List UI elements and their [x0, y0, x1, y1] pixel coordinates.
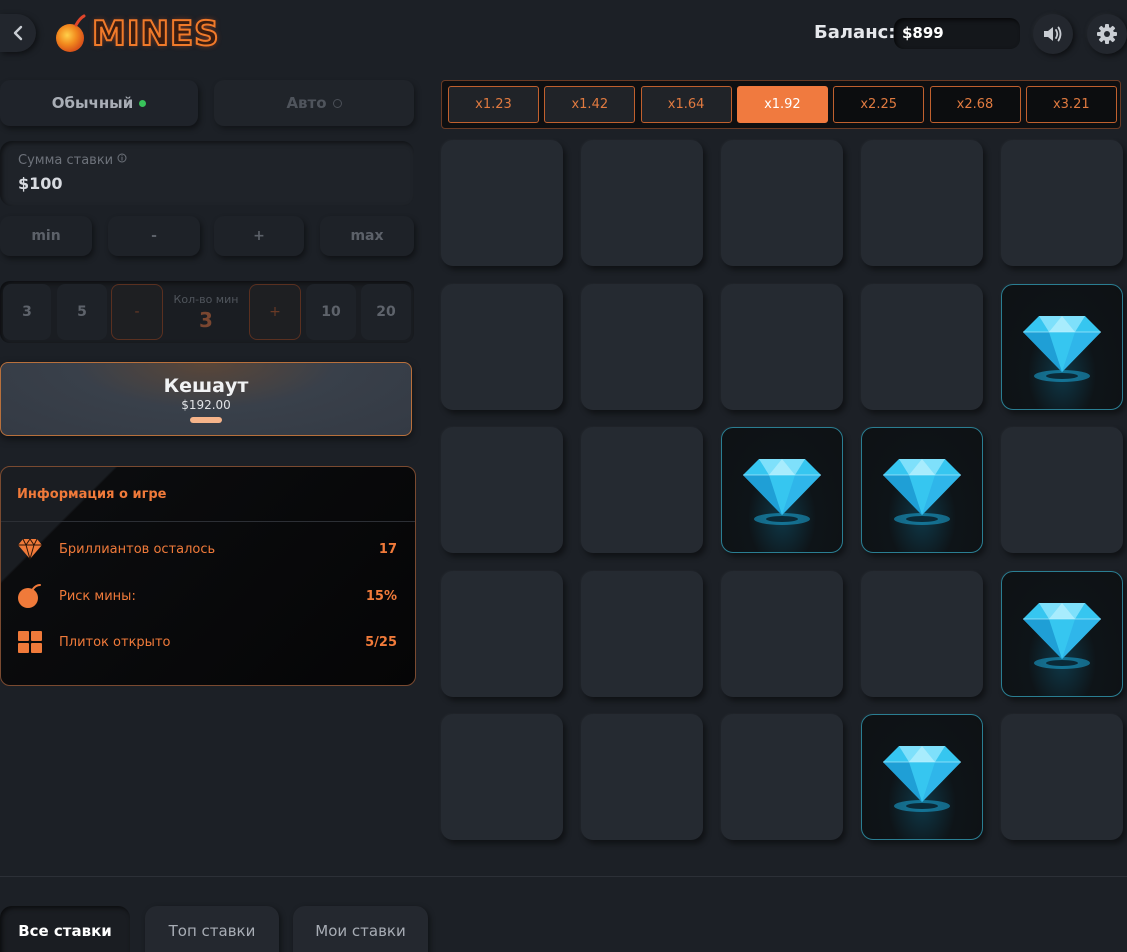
tile-diamond	[861, 714, 983, 840]
multiplier-chip: x3.21	[1025, 86, 1117, 123]
tile-closed[interactable]	[721, 714, 843, 840]
tile-closed[interactable]	[721, 570, 843, 697]
diamond-icon	[1023, 602, 1101, 669]
multiplier-bar: x1.23 x1.42 x1.64 x1.92 x2.25 x2.68 x3.21	[441, 80, 1121, 129]
mines-option-20[interactable]: 20	[361, 284, 411, 340]
tile-closed[interactable]	[861, 283, 983, 410]
cashout-button[interactable]: Кешаут $192.00	[0, 362, 412, 436]
bet-amount-field[interactable]: Сумма ставки $100	[0, 141, 414, 206]
diamond-icon	[1023, 315, 1101, 382]
info-value: 5/25	[365, 634, 397, 650]
diamond-icon	[18, 538, 42, 560]
tile-diamond	[1001, 570, 1123, 697]
diamond-icon	[883, 746, 961, 812]
multiplier-chip: x1.42	[544, 86, 636, 123]
tab-all-bets[interactable]: Все ставки	[0, 906, 130, 952]
tile-closed[interactable]	[581, 427, 703, 553]
bet-min-button[interactable]: min	[0, 216, 92, 256]
cashout-amount: $192.00	[181, 398, 231, 412]
tile-closed[interactable]	[441, 427, 563, 553]
tile-closed[interactable]	[1001, 427, 1123, 553]
gear-icon	[1097, 24, 1117, 44]
info-row-tiles: Плиток открыто 5/25	[17, 629, 397, 655]
mines-option-3[interactable]: 3	[3, 284, 51, 340]
settings-button[interactable]	[1087, 14, 1127, 54]
active-dot-icon	[139, 99, 147, 107]
multiplier-chip: x1.23	[448, 86, 539, 123]
info-label: Плиток открыто	[59, 634, 171, 650]
tile-closed[interactable]	[581, 570, 703, 697]
info-row-diamonds: Бриллиантов осталось 17	[17, 536, 397, 562]
tile-closed[interactable]	[441, 283, 563, 410]
tile-closed[interactable]	[581, 140, 703, 266]
mines-count: Кол-во мин 3	[164, 284, 248, 340]
tile-closed[interactable]	[1001, 140, 1123, 266]
diamond-icon	[743, 459, 821, 525]
bet-amount-value: $100	[18, 174, 63, 193]
logo-text: MINES	[91, 13, 220, 55]
tab-my-bets[interactable]: Мои ставки	[293, 906, 428, 952]
tab-auto[interactable]: Авто	[214, 80, 414, 126]
divider	[0, 876, 1127, 877]
tile-closed[interactable]	[721, 140, 843, 266]
diamond-icon	[883, 459, 961, 525]
cashout-indicator	[190, 417, 222, 423]
game-info-card: Информация о игре Бриллиантов осталось 1…	[0, 466, 416, 686]
bet-max-button[interactable]: max	[320, 216, 414, 256]
tile-closed[interactable]	[441, 714, 563, 840]
multiplier-chip: x1.64	[640, 86, 732, 123]
tile-diamond	[721, 427, 843, 553]
balance-label: Баланс:	[814, 22, 896, 43]
game-info-title: Информация о игре	[17, 487, 167, 502]
bomb-icon	[18, 584, 41, 608]
mines-count-value: 3	[199, 307, 213, 332]
info-value: 15%	[365, 588, 397, 604]
bet-decrease-button[interactable]: -	[108, 216, 200, 256]
tab-manual[interactable]: Обычный	[0, 80, 198, 126]
mines-decrease-button[interactable]: -	[111, 284, 163, 340]
tile-diamond	[861, 427, 983, 553]
info-value: 17	[378, 541, 397, 557]
bet-increase-button[interactable]: +	[214, 216, 304, 256]
bet-amount-label: Сумма ставки	[18, 153, 396, 168]
mines-option-5[interactable]: 5	[57, 284, 107, 340]
multiplier-chip: x2.68	[929, 86, 1021, 123]
cashout-title: Кешаут	[163, 375, 249, 397]
back-button[interactable]	[0, 14, 36, 52]
tile-closed[interactable]	[441, 570, 563, 697]
tile-closed[interactable]	[721, 283, 843, 410]
tab-manual-label: Обычный	[51, 94, 134, 112]
tile-closed[interactable]	[1001, 714, 1123, 840]
tile-closed[interactable]	[581, 714, 703, 840]
balance-value: $899	[894, 18, 1020, 49]
mines-option-10[interactable]: 10	[306, 284, 356, 340]
divider	[1, 521, 415, 522]
inactive-dot-icon	[332, 98, 342, 108]
multiplier-chip: x1.92	[736, 86, 828, 123]
tile-closed[interactable]	[861, 570, 983, 697]
speaker-icon	[1044, 26, 1062, 42]
tile-closed[interactable]	[581, 283, 703, 410]
mines-selector: 3 5 - Кол-во мин 3 + 10 20	[0, 281, 414, 343]
tab-top-bets[interactable]: Топ ставки	[145, 906, 279, 952]
mines-increase-button[interactable]: +	[249, 284, 301, 340]
tile-closed[interactable]	[861, 140, 983, 266]
tile-diamond	[1001, 283, 1123, 410]
mines-count-label: Кол-во мин	[173, 292, 239, 306]
tab-auto-label: Авто	[286, 94, 327, 112]
multiplier-chip: x2.25	[833, 86, 925, 123]
logo: MINES	[54, 13, 220, 55]
chevron-left-icon	[13, 25, 23, 41]
info-icon	[117, 153, 127, 163]
info-row-risk: Риск мины: 15%	[17, 583, 397, 609]
sound-button[interactable]	[1033, 14, 1073, 54]
info-label: Риск мины:	[59, 588, 136, 604]
info-label: Бриллиантов осталось	[59, 541, 216, 557]
bomb-logo-icon	[56, 14, 86, 52]
grid-icon	[18, 631, 42, 653]
tile-closed[interactable]	[441, 140, 563, 266]
